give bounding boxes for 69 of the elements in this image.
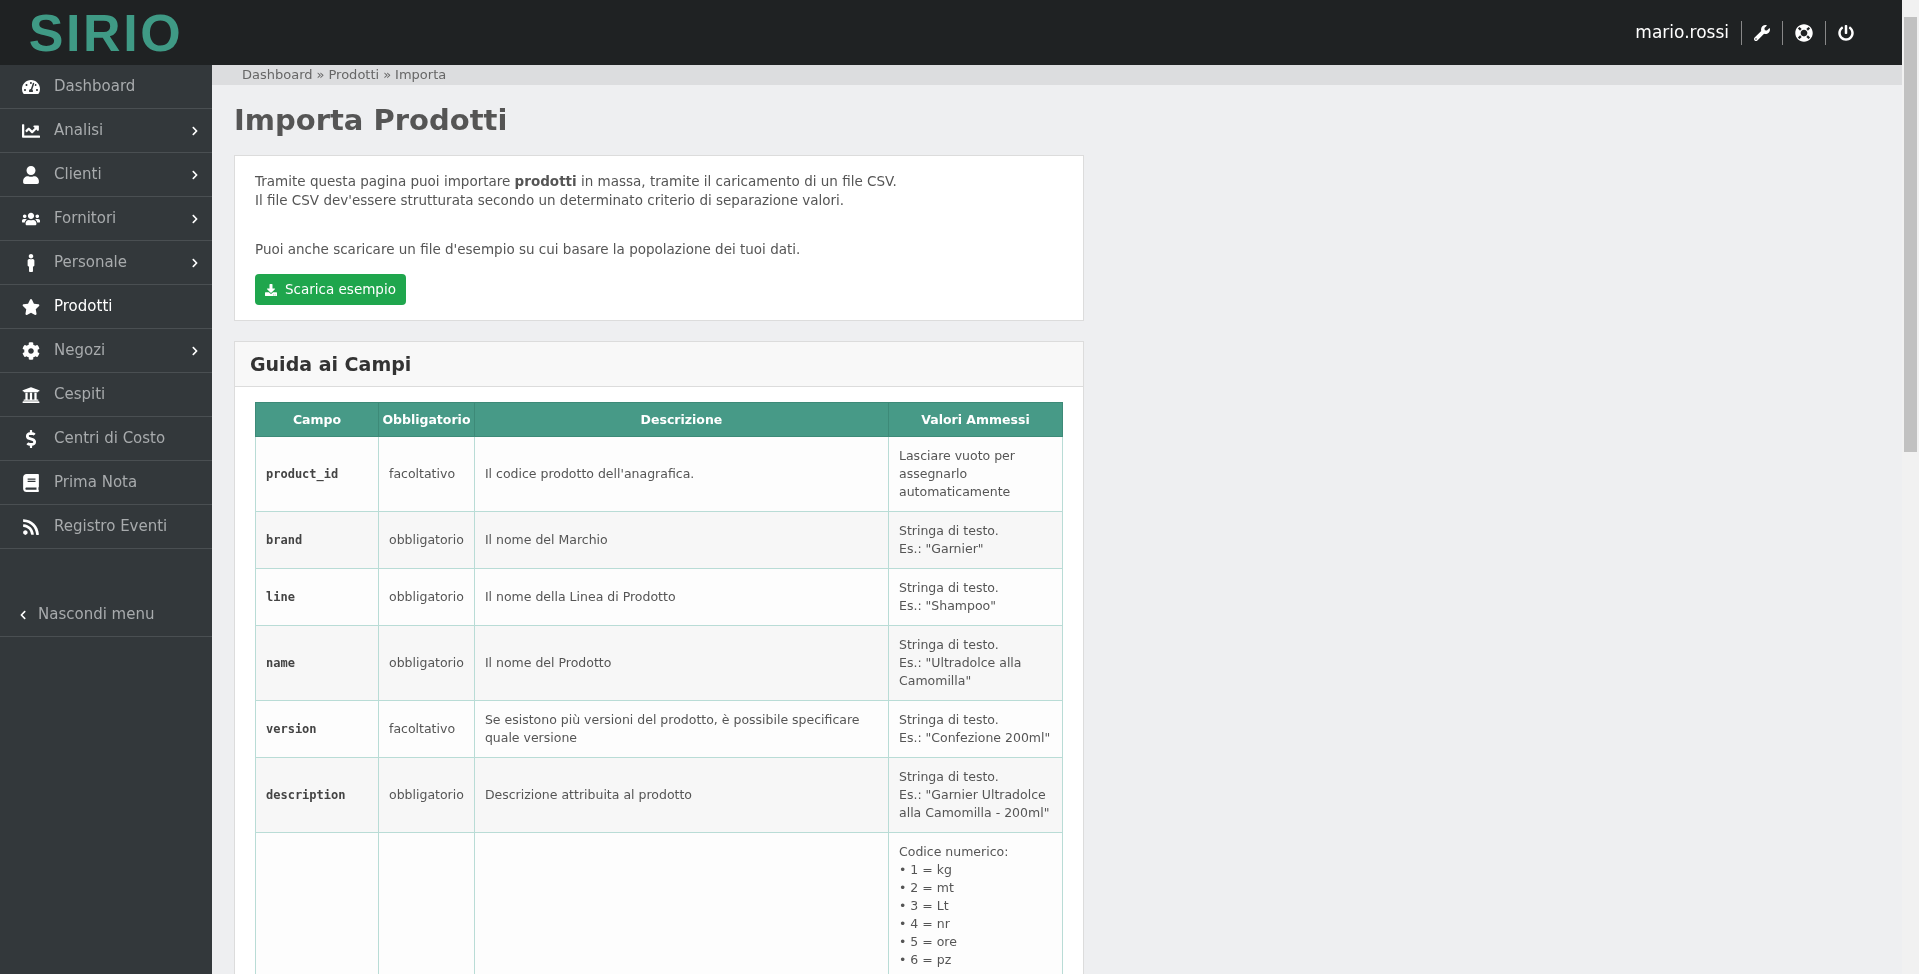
table-cell: Stringa di testo. Es.: "Shampoo" <box>888 568 1063 626</box>
table-cell: Il codice prodotto dell'anagrafica. <box>474 436 889 512</box>
chevron-right-icon <box>190 257 200 268</box>
sidebar-item[interactable]: Centri di Costo <box>0 417 212 461</box>
breadcrumb-link[interactable]: Prodotti <box>328 65 380 85</box>
user-icon <box>20 165 42 184</box>
line-chart-icon <box>20 121 42 140</box>
table-cell: Lasciare vuoto per assegnarlo automaticamente <box>888 436 1063 512</box>
chevron-right-icon <box>190 169 200 180</box>
username[interactable]: mario.rossi <box>1623 19 1741 46</box>
table-cell: facoltativo <box>378 436 475 512</box>
intro-note: Puoi anche scaricare un file d'esempio su cui basare la popolazione dei tuoi dati. <box>255 240 802 259</box>
sidebar-item[interactable]: Analisi <box>0 109 212 153</box>
sidebar-item[interactable]: Prodotti <box>0 285 212 329</box>
sidebar-item[interactable]: Clienti <box>0 153 212 197</box>
table-cell: Stringa di testo. Es.: "Garnier Ultradolce alla Camomilla - 200ml" <box>888 757 1063 833</box>
rss-feed-icon <box>20 517 42 536</box>
sidebar-item[interactable]: Negozi <box>0 329 212 373</box>
column-header: Descrizione <box>474 402 889 437</box>
chevron-right-icon <box>190 213 200 224</box>
table-cell: name <box>255 625 379 701</box>
sidebar-item[interactable]: Prima Nota <box>0 461 212 505</box>
download-example-button[interactable]: Scarica esempio <box>255 274 406 305</box>
table-cell: obbligatorio <box>378 625 475 701</box>
scrollbar-thumb[interactable] <box>1904 17 1917 452</box>
column-header: Campo <box>255 402 379 437</box>
table-cell: product_id <box>255 436 379 512</box>
table-cell: Stringa di testo. Es.: "Garnier" <box>888 511 1063 569</box>
table-cell: Descrizione attribuita al prodotto <box>474 757 889 833</box>
table-cell: Stringa di testo. Es.: "Ultradolce alla Camomilla" <box>888 625 1063 701</box>
table-cell: Il nome del Marchio <box>474 511 889 569</box>
sidebar-item[interactable]: Registro Eventi <box>0 505 212 549</box>
sidebar-item[interactable]: Cespiti <box>0 373 212 417</box>
hide-menu-link[interactable]: Nascondi menu <box>0 593 212 637</box>
table-cell: description <box>255 757 379 833</box>
table-cell: obbligatorio <box>378 568 475 626</box>
table-cell: version <box>255 700 379 758</box>
star-icon <box>20 297 42 316</box>
table-cell: Il nome della Linea di Prodotto <box>474 568 889 626</box>
table-cell: facoltativo <box>378 700 475 758</box>
sidebar-item[interactable]: Personale <box>0 241 212 285</box>
breadcrumb-link[interactable]: Importa <box>395 65 447 85</box>
book-icon <box>20 473 42 492</box>
table-cell: obbligatorio <box>378 757 475 833</box>
download-icon <box>265 283 277 296</box>
bank-icon <box>20 385 42 404</box>
table-cell: obbligatorio <box>378 511 475 569</box>
breadcrumb-separator: » <box>383 66 392 84</box>
dashboard-gauge-icon <box>20 77 42 96</box>
chevron-right-icon <box>190 125 200 136</box>
table-cell: Stringa di testo. Es.: "Confezione 200ml" <box>888 700 1063 758</box>
guide-title: Guida ai Campi <box>250 351 412 377</box>
table-cell: Se esistono più versioni del prodotto, è possibile specificare quale versione <box>474 700 889 758</box>
table-cell: Il nome del Prodotto <box>474 625 889 701</box>
chevron-right-icon <box>190 345 200 356</box>
chevron-left-icon <box>18 609 28 620</box>
table-cell: line <box>255 568 379 626</box>
table-cell: brand <box>255 511 379 569</box>
column-header: Valori Ammessi <box>888 402 1063 437</box>
breadcrumb-separator: » <box>316 66 325 84</box>
intro-text: Tramite questa pagina puoi importare prodotti in massa, tramite il caricamento di un file CSV. <box>255 172 898 191</box>
intro-text: Il file CSV dev'essere strutturata secondo un determinato criterio di separazione valori. <box>255 191 846 210</box>
logo[interactable]: SIRIO <box>28 6 184 59</box>
breadcrumb-link[interactable]: Dashboard <box>242 65 313 85</box>
page-title: Importa Prodotti <box>234 101 509 139</box>
gear-icon <box>20 341 42 360</box>
column-header: Obbligatorio <box>378 402 475 437</box>
sidebar-item[interactable]: Dashboard <box>0 65 212 109</box>
sidebar-item[interactable]: Fornitori <box>0 197 212 241</box>
